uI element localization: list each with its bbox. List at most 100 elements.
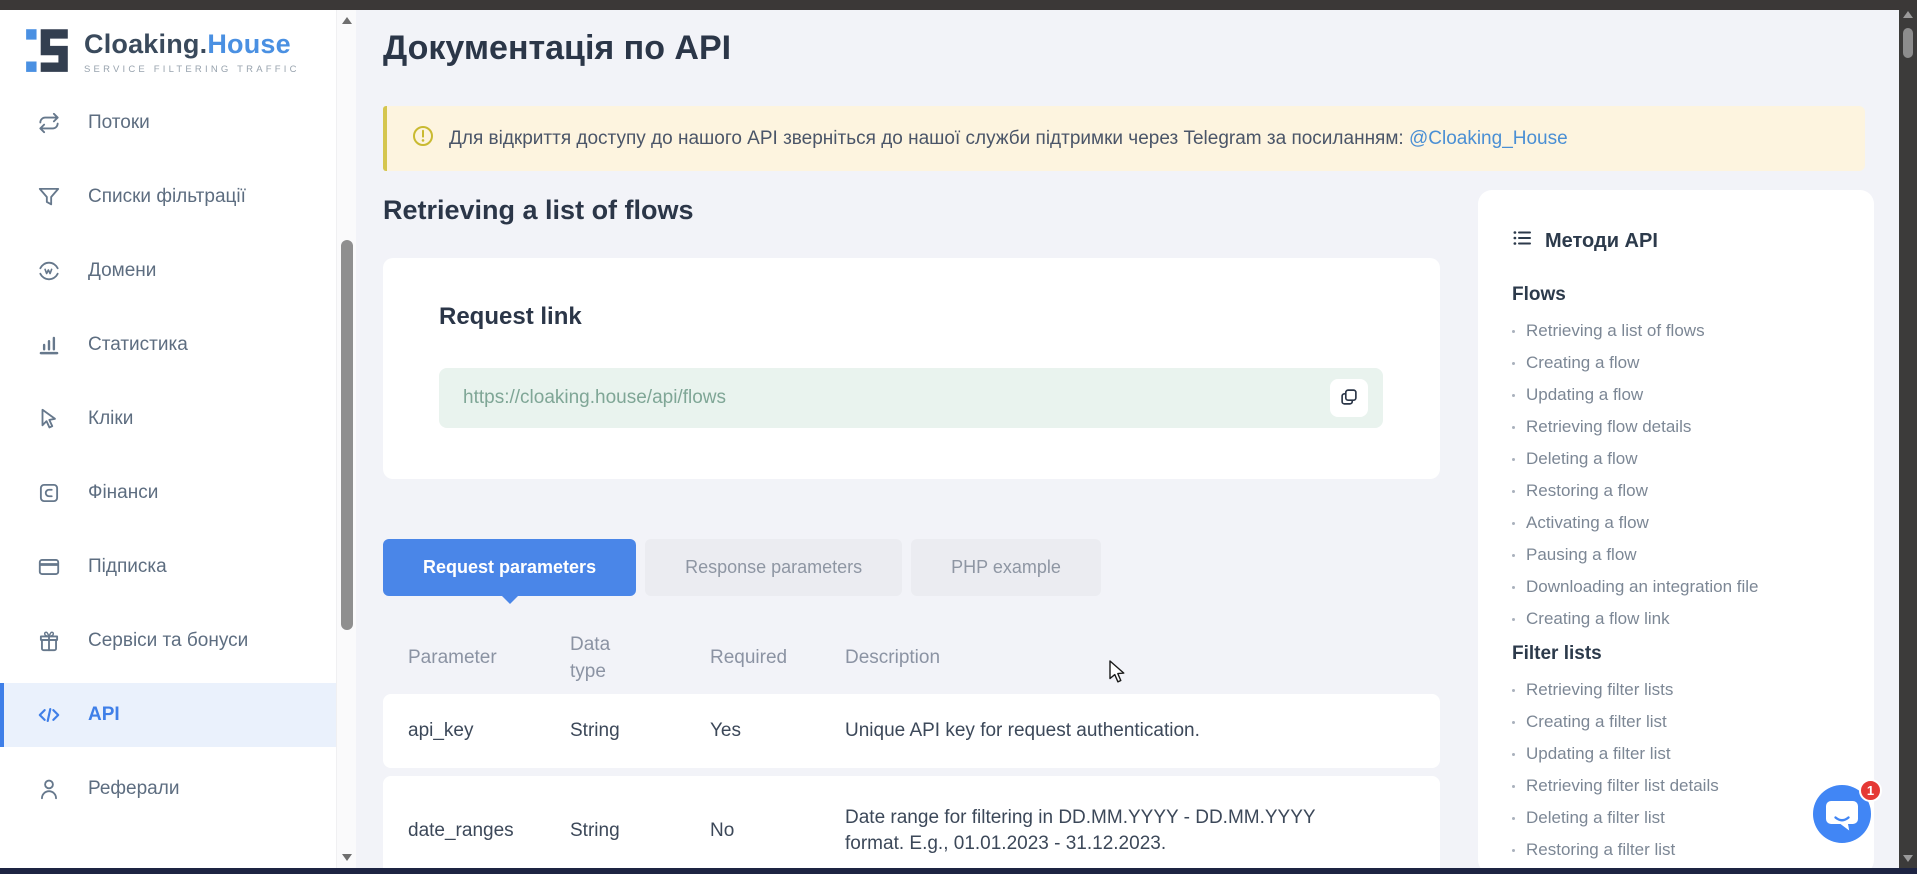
sidebar-item-label: Статистика — [88, 334, 188, 356]
sidebar-item-label: Домени — [88, 260, 156, 282]
cell-description: Unique API key for request authenticatio… — [845, 718, 1375, 744]
flows-icon — [36, 110, 62, 136]
api-methods-panel: Методи API Flows Retrieving a list of fl… — [1478, 190, 1874, 874]
tab-request-parameters[interactable]: Request parameters — [383, 539, 636, 596]
window-scrollbar[interactable] — [1899, 0, 1917, 874]
scroll-up-arrow-icon[interactable] — [342, 17, 352, 24]
method-link[interactable]: Creating a flow — [1512, 347, 1850, 379]
banner-text: Для відкриття доступу до нашого API звер… — [449, 128, 1568, 150]
sidebar-item-statistics[interactable]: Статистика — [0, 313, 336, 377]
method-link[interactable]: Retrieving flow details — [1512, 411, 1850, 443]
tab-response-parameters[interactable]: Response parameters — [645, 539, 902, 596]
sidebar-item-label: Потоки — [88, 112, 150, 134]
brand-tagline: SERVICE FILTERING TRAFFIC — [84, 64, 300, 75]
bullet-dot — [1512, 554, 1515, 557]
screen: Cloaking.House SERVICE FILTERING TRAFFIC… — [0, 0, 1917, 874]
method-link[interactable]: Deleting a filter list — [1512, 802, 1850, 834]
sidebar-item-label: Підписка — [88, 556, 167, 578]
copy-icon — [1338, 386, 1360, 411]
method-link[interactable]: Retrieving a list of flows — [1512, 315, 1850, 347]
sidebar-item-subscription[interactable]: Підписка — [0, 535, 336, 599]
sidebar-item-label: Кліки — [88, 408, 133, 430]
method-link[interactable]: Restoring a flow — [1512, 475, 1850, 507]
parameters-table: Parameter Data type Required Description… — [383, 622, 1440, 868]
cell-data-type: String — [570, 720, 710, 742]
scroll-down-arrow-icon[interactable] — [342, 854, 352, 861]
bullet-dot — [1512, 618, 1515, 621]
sidebar-item-domains[interactable]: Домени — [0, 239, 336, 303]
chat-bubble-icon — [1813, 830, 1871, 847]
telegram-link[interactable]: @Cloaking_House — [1409, 128, 1568, 149]
sidebar-item-services[interactable]: Сервіси та бонуси — [0, 609, 336, 673]
col-description: Description — [845, 647, 1420, 669]
col-parameter: Parameter — [408, 647, 570, 669]
cell-parameter: api_key — [408, 720, 570, 742]
window-scrollbar-thumb[interactable] — [1903, 28, 1913, 58]
bar-chart-icon — [36, 332, 62, 358]
scroll-down-arrow-icon[interactable] — [1903, 855, 1913, 862]
table-row: date_ranges String No Date range for fil… — [383, 776, 1440, 868]
cell-data-type: String — [570, 820, 710, 842]
bullet-dot — [1512, 689, 1515, 692]
sidebar-scrollbar[interactable] — [336, 10, 356, 868]
method-link[interactable]: Updating a flow — [1512, 379, 1850, 411]
sidebar-item-referrals[interactable]: Реферали — [0, 757, 336, 821]
method-link[interactable]: Activating a flow — [1512, 507, 1850, 539]
request-url[interactable]: https://cloaking.house/api/flows — [463, 387, 726, 409]
sidebar-item-flows[interactable]: Потоки — [0, 91, 336, 155]
method-link[interactable]: Downloading an integration file — [1512, 571, 1850, 603]
cell-parameter: date_ranges — [408, 820, 570, 842]
chat-widget[interactable]: 1 — [1813, 785, 1873, 845]
sidebar-item-finance[interactable]: Фінанси — [0, 461, 336, 525]
request-link-title: Request link — [439, 303, 1440, 331]
request-url-row: https://cloaking.house/api/flows — [439, 368, 1383, 428]
group-heading: Flows — [1512, 284, 1850, 306]
globe-w-icon — [36, 258, 62, 284]
method-link[interactable]: Retrieving filter lists — [1512, 674, 1850, 706]
credit-card-icon — [36, 554, 62, 580]
sidebar-item-clicks[interactable]: Кліки — [0, 387, 336, 451]
method-link[interactable]: Pausing a flow — [1512, 539, 1850, 571]
bullet-dot — [1512, 522, 1515, 525]
sidebar: Cloaking.House SERVICE FILTERING TRAFFIC… — [0, 10, 336, 868]
bullet-dot — [1512, 785, 1515, 788]
cell-required: No — [710, 820, 845, 842]
group-heading: Filter lists — [1512, 643, 1850, 665]
bullet-dot — [1512, 458, 1515, 461]
sidebar-item-label: Списки фільтрації — [88, 186, 246, 208]
person-icon — [36, 776, 62, 802]
info-banner: Для відкриття доступу до нашого API звер… — [383, 106, 1865, 171]
sidebar-item-api[interactable]: API — [0, 683, 336, 747]
window-top-bar — [0, 0, 1917, 10]
sidebar-item-label: Фінанси — [88, 482, 158, 504]
gift-icon — [36, 628, 62, 654]
scroll-up-arrow-icon[interactable] — [1903, 11, 1913, 18]
bullet-dot — [1512, 753, 1515, 756]
methods-group-flows: Flows Retrieving a list of flows Creatin… — [1512, 284, 1850, 635]
wallet-icon — [36, 480, 62, 506]
method-link[interactable]: Restoring a filter list — [1512, 834, 1850, 866]
cell-description: Date range for filtering in DD.MM.YYYY -… — [845, 805, 1375, 857]
table-row: api_key String Yes Unique API key for re… — [383, 694, 1440, 768]
sidebar-item-label: API — [88, 704, 120, 726]
sidebar-scrollbar-thumb[interactable] — [341, 240, 353, 630]
method-link[interactable]: Deleting a flow — [1512, 443, 1850, 475]
copy-button[interactable] — [1330, 379, 1368, 417]
method-link[interactable]: Creating a flow link — [1512, 603, 1850, 635]
method-link[interactable]: Retrieving filter list details — [1512, 770, 1850, 802]
sidebar-item-label: Сервіси та бонуси — [88, 630, 248, 652]
bullet-dot — [1512, 330, 1515, 333]
logo[interactable]: Cloaking.House SERVICE FILTERING TRAFFIC — [0, 10, 336, 79]
request-link-card: Request link https://cloaking.house/api/… — [383, 258, 1440, 479]
bullet-dot — [1512, 426, 1515, 429]
method-link[interactable]: Updating a filter list — [1512, 738, 1850, 770]
code-icon — [36, 702, 62, 728]
list-icon — [1512, 228, 1532, 254]
sidebar-nav: Потоки Списки фільтрації Домени — [0, 91, 336, 821]
sidebar-item-label: Реферали — [88, 778, 179, 800]
chat-badge: 1 — [1859, 779, 1882, 802]
sidebar-item-filter-lists[interactable]: Списки фільтрації — [0, 165, 336, 229]
mouse-cursor — [1108, 660, 1130, 684]
tab-php-example[interactable]: PHP example — [911, 539, 1101, 596]
method-link[interactable]: Creating a filter list — [1512, 706, 1850, 738]
